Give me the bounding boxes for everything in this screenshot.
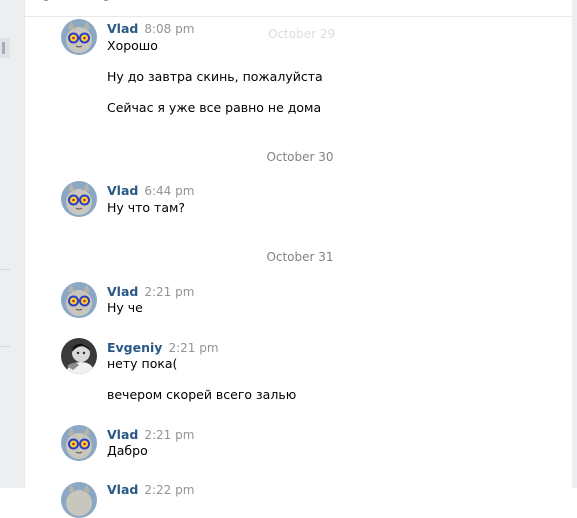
avatar-vlad[interactable]	[61, 282, 97, 318]
message-time[interactable]: 8:08 pm	[144, 22, 194, 36]
sidebar-divider	[0, 269, 10, 270]
message-text: Ну че	[107, 300, 143, 315]
avatar-vlad[interactable]	[61, 19, 97, 55]
message-sender[interactable]: Vlad 2:21 pm	[107, 427, 194, 442]
message-text: Дабро	[107, 443, 148, 458]
message-sender[interactable]: Vlad 8:08 pm	[107, 21, 194, 36]
message-time[interactable]: 2:21 pm	[168, 341, 218, 355]
message-text: Хорошо	[107, 38, 158, 53]
message-text: Ну что там?	[107, 200, 186, 215]
message-text: вечером скорей всего залью	[107, 387, 297, 402]
header-icon[interactable]	[103, 0, 109, 1]
left-sidebar	[0, 0, 24, 488]
message-time[interactable]: 2:21 pm	[144, 428, 194, 442]
floating-date-label: October 29	[268, 27, 336, 41]
message-time[interactable]: 6:44 pm	[144, 184, 194, 198]
avatar-vlad[interactable]	[61, 181, 97, 217]
message-time[interactable]: 2:21 pm	[144, 285, 194, 299]
message-time[interactable]: 2:22 pm	[144, 483, 194, 497]
message-text: нету пока(	[107, 356, 178, 371]
date-separator: October 31	[266, 250, 334, 264]
avatar-vlad[interactable]	[61, 482, 97, 518]
right-edge	[572, 0, 577, 488]
date-separator: October 30	[266, 150, 334, 164]
avatar-vlad[interactable]	[61, 425, 97, 461]
sidebar-active-item[interactable]	[0, 38, 10, 58]
sidebar-divider	[0, 346, 10, 347]
message-sender[interactable]: Evgeniy 2:21 pm	[107, 340, 219, 355]
chat-header	[25, 0, 572, 17]
message-text: Ну до завтра скинь, пожалуйста	[107, 69, 323, 84]
message-sender[interactable]: Vlad 2:21 pm	[107, 284, 194, 299]
header-icon[interactable]	[43, 0, 49, 1]
message-sender[interactable]: Vlad 6:44 pm	[107, 183, 194, 198]
sidebar-active-marker	[2, 42, 5, 54]
avatar-evgeniy[interactable]	[61, 338, 97, 374]
message-sender[interactable]: Vlad 2:22 pm	[107, 482, 194, 497]
message-text: Сейчас я уже все равно не дома	[107, 100, 322, 115]
